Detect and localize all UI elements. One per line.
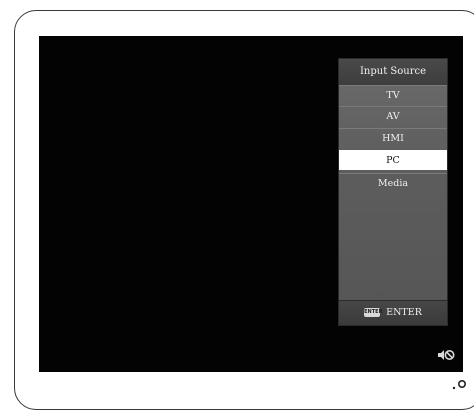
menu-item-hmi[interactable]: HMI (339, 128, 447, 148)
input-source-menu: Input Source TV AV HMI PC Media ENTER EN… (338, 58, 448, 326)
menu-item-tv[interactable]: TV (339, 85, 447, 105)
menu-footer: ENTER ENTER (339, 300, 447, 325)
mute-icon (438, 350, 455, 360)
enter-label: ENTER (386, 307, 422, 318)
decorative-mark (452, 379, 467, 390)
menu-item-av[interactable]: AV (339, 106, 447, 126)
menu-title: Input Source (339, 59, 447, 86)
menu-item-pc[interactable]: PC (339, 150, 447, 170)
tv-screen: Input Source TV AV HMI PC Media ENTER EN… (39, 36, 463, 372)
menu-item-media[interactable]: Media (339, 173, 447, 193)
enter-key-icon: ENTER (364, 308, 383, 317)
